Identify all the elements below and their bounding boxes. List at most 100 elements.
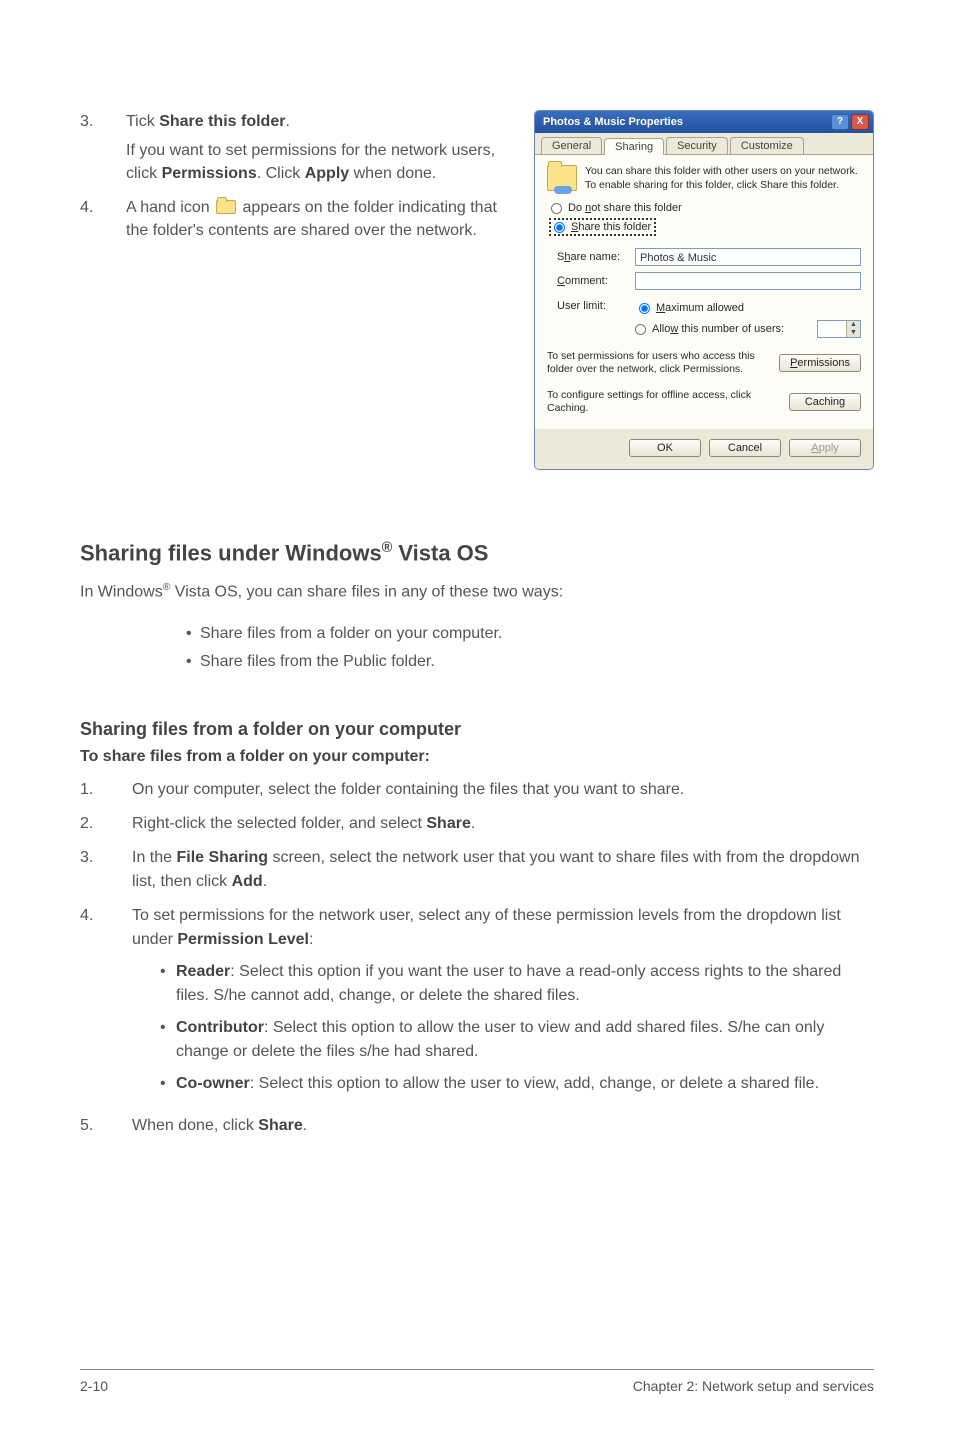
tab-customize[interactable]: Customize xyxy=(730,137,804,154)
ok-button[interactable]: OK xyxy=(629,439,701,457)
text: . xyxy=(471,815,475,832)
bold-text: Apply xyxy=(305,165,349,182)
permissions-text: To set permissions for users who access … xyxy=(547,350,771,376)
steps-list: 1. On your computer, select the folder co… xyxy=(80,778,874,1138)
bullet-item: Reader: Select this option if you want t… xyxy=(160,960,874,1008)
list-item: Share files from the Public folder. xyxy=(200,648,874,675)
text: Right-click the selected folder, and sel… xyxy=(132,815,426,832)
hand-folder-icon xyxy=(216,200,236,214)
bold-text: File Sharing xyxy=(176,849,268,866)
step-number: 4. xyxy=(80,904,104,1104)
intro-paragraph: In Windows® Vista OS, you can share file… xyxy=(80,580,874,604)
dialog-footer: OK Cancel Apply xyxy=(535,429,873,469)
tab-general[interactable]: General xyxy=(541,137,602,154)
step-number: 3. xyxy=(80,110,104,186)
radio-input[interactable] xyxy=(551,203,562,214)
step-item: 4.To set permissions for the network use… xyxy=(80,904,874,1104)
caching-button[interactable]: Caching xyxy=(789,393,861,411)
comment-label: Comment: xyxy=(557,275,635,287)
tab-security[interactable]: Security xyxy=(666,137,728,154)
inner-bullet-list: Reader: Select this option if you want t… xyxy=(160,960,874,1096)
footer-chapter: Chapter 2: Network setup and services xyxy=(633,1378,874,1394)
text: : xyxy=(309,931,313,948)
step-item: 1. On your computer, select the folder co… xyxy=(80,778,874,802)
spinner-down-icon[interactable]: ▼ xyxy=(847,329,860,337)
step-number: 1. xyxy=(80,778,104,802)
footer-page-number: 2-10 xyxy=(80,1378,108,1394)
caching-row: To configure settings for offline access… xyxy=(547,389,861,415)
properties-dialog: Photos & Music Properties ? X General Sh… xyxy=(534,110,874,470)
tab-body: You can share this folder with other use… xyxy=(535,155,873,429)
share-name-label: Share name: xyxy=(557,251,635,263)
cancel-button[interactable]: Cancel xyxy=(709,439,781,457)
radio-allow-number[interactable]: Allow this number of users: xyxy=(635,323,784,335)
comment-input[interactable] xyxy=(635,272,861,290)
bold-text: Contributor xyxy=(176,1019,264,1036)
bold-text: Permission Level xyxy=(177,931,309,948)
sub-sub-heading: To share files from a folder on your com… xyxy=(80,748,874,766)
radio-max-allowed[interactable]: Maximum allowed xyxy=(639,302,861,314)
text: When done, click xyxy=(132,1117,258,1134)
step-body: Tick Share this folder. If you want to s… xyxy=(126,110,510,186)
section-heading: Sharing files under Windows® Vista OS xyxy=(80,540,874,566)
share-name-input[interactable]: Photos & Music xyxy=(635,248,861,266)
top-step-list: 3. Tick Share this folder. If you want t… xyxy=(80,110,510,470)
text: Tick xyxy=(126,113,159,130)
spinner-up-icon[interactable]: ▲ xyxy=(847,321,860,329)
text: . xyxy=(263,873,267,890)
tabstrip: General Sharing Security Customize xyxy=(535,133,873,155)
step-body: To set permissions for the network user,… xyxy=(132,904,874,1104)
radio-label: Maximum allowed xyxy=(656,302,744,314)
bold-text: Add xyxy=(232,873,263,890)
step-number: 3. xyxy=(80,846,104,894)
apply-button[interactable]: Apply xyxy=(789,439,861,457)
user-limit-block: User limit: Maximum allowed Allow this n… xyxy=(557,300,861,338)
radio-input[interactable] xyxy=(554,222,565,233)
two-ways-list: Share files from a folder on your comput… xyxy=(200,620,874,674)
text: On your computer, select the folder cont… xyxy=(132,781,684,798)
step-item: 5. When done, click Share. xyxy=(80,1114,874,1138)
list-item: Share files from a folder on your comput… xyxy=(200,620,874,647)
share-folder-icon xyxy=(547,165,577,191)
user-limit-label: User limit: xyxy=(557,300,635,312)
step-body: In the File Sharing screen, select the n… xyxy=(132,846,874,894)
radio-label: Allow this number of users: xyxy=(652,323,784,335)
dialog-titlebar: Photos & Music Properties ? X xyxy=(535,111,873,133)
tab-sharing[interactable]: Sharing xyxy=(604,138,664,155)
step-number: 4. xyxy=(80,196,104,242)
radio-do-not-share[interactable]: Do not share this folder xyxy=(551,202,861,214)
text: : Select this option to allow the user t… xyxy=(250,1075,819,1092)
user-count-spinner[interactable]: ▲▼ xyxy=(817,320,861,338)
help-button[interactable]: ? xyxy=(831,114,849,130)
close-button[interactable]: X xyxy=(851,114,869,130)
radio-input[interactable] xyxy=(635,324,646,335)
radio-input[interactable] xyxy=(639,303,650,314)
step-number: 5. xyxy=(80,1114,104,1138)
radio-label: Do not share this folder xyxy=(568,202,682,214)
bold-text: Share xyxy=(258,1117,302,1134)
bullet-item: Co-owner: Select this option to allow th… xyxy=(160,1072,874,1096)
share-info-text: You can share this folder with other use… xyxy=(585,165,861,192)
text: In the xyxy=(132,849,176,866)
step-item: 2.Right-click the selected folder, and s… xyxy=(80,812,874,836)
step-body: A hand icon appears on the folder indica… xyxy=(126,196,510,242)
caching-text: To configure settings for offline access… xyxy=(547,389,781,415)
radio-share-this[interactable]: Share this folder xyxy=(554,221,651,233)
step-body: On your computer, select the folder cont… xyxy=(132,778,874,802)
bold-text: Share this folder xyxy=(159,113,285,130)
step-subpara: If you want to set permissions for the n… xyxy=(126,139,510,185)
radio-label: Share this folder xyxy=(571,221,651,233)
permissions-row: To set permissions for users who access … xyxy=(547,350,861,376)
step-body: When done, click Share. xyxy=(132,1114,874,1138)
permissions-button[interactable]: Permissions xyxy=(779,354,861,372)
share-this-folder-highlight: Share this folder xyxy=(549,218,656,236)
share-info-row: You can share this folder with other use… xyxy=(547,165,861,192)
step-4: 4. A hand icon appears on the folder ind… xyxy=(80,196,510,242)
text: when done. xyxy=(349,165,436,182)
bold-text: Share xyxy=(426,815,470,832)
bold-text: Reader xyxy=(176,963,230,980)
step-3: 3. Tick Share this folder. If you want t… xyxy=(80,110,510,186)
text: . Click xyxy=(257,165,305,182)
bold-text: Permissions xyxy=(162,165,257,182)
sub-heading: Sharing files from a folder on your comp… xyxy=(80,719,874,740)
